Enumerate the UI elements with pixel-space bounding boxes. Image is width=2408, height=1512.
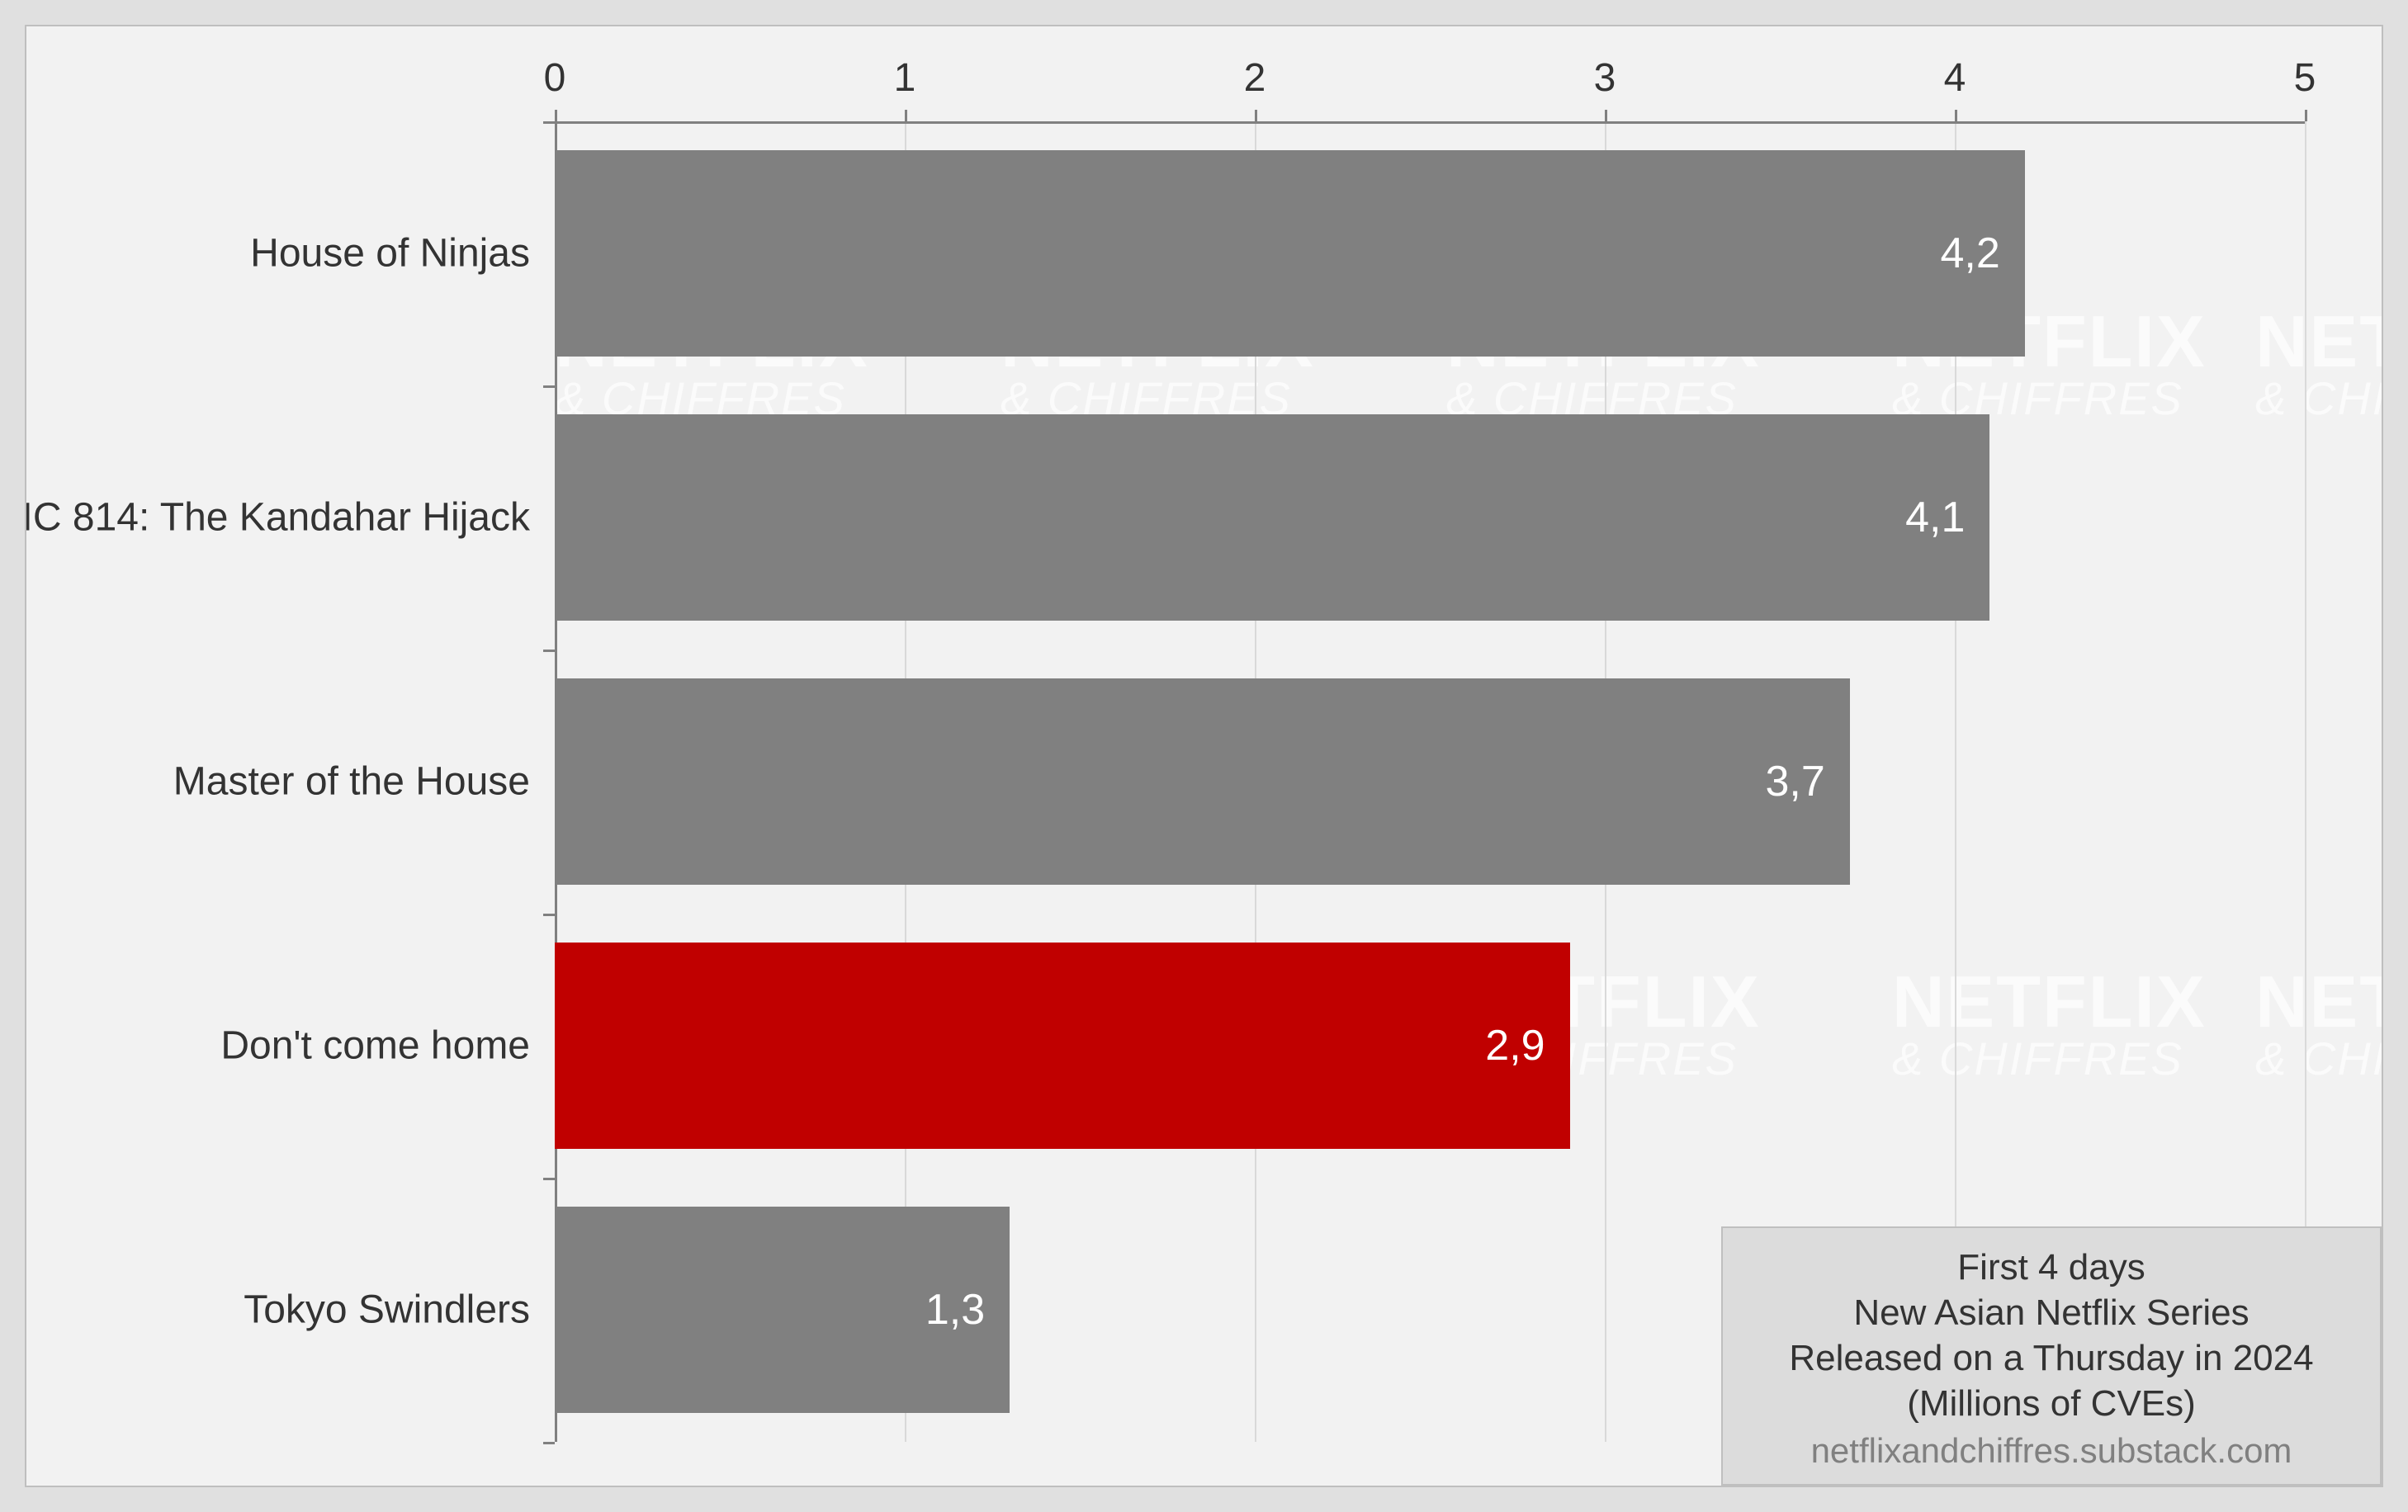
y-tick bbox=[543, 1442, 555, 1444]
chart-panel: NETFLIX & CHIFFRES NETFLIX & CHIFFRES NE… bbox=[25, 25, 2383, 1487]
category-label: Don't come home bbox=[220, 1023, 530, 1069]
x-tick bbox=[1255, 110, 1257, 121]
y-tick bbox=[543, 914, 555, 916]
bar-value: 2,9 bbox=[1485, 1021, 1545, 1070]
y-tick bbox=[543, 385, 555, 388]
bar-master-of-the-house: 3,7 bbox=[555, 678, 1850, 885]
x-tick bbox=[905, 110, 907, 121]
bar-house-of-ninjas: 4,2 bbox=[555, 150, 2025, 357]
caption-line: First 4 days bbox=[1756, 1245, 2347, 1290]
x-axis bbox=[555, 121, 2305, 124]
x-tick-label: 3 bbox=[1594, 55, 1616, 101]
x-tick bbox=[555, 110, 557, 121]
category-label: House of Ninjas bbox=[250, 231, 530, 276]
category-label: Master of the House bbox=[173, 759, 530, 805]
x-tick-label: 0 bbox=[544, 55, 566, 101]
x-tick bbox=[1605, 110, 1607, 121]
x-tick-label: 1 bbox=[894, 55, 916, 101]
bar-value: 1,3 bbox=[925, 1285, 985, 1335]
bar-value: 3,7 bbox=[1766, 757, 1825, 806]
bar-tokyo-swindlers: 1,3 bbox=[555, 1207, 1010, 1413]
category-label: IC 814: The Kandahar Hijack bbox=[25, 495, 530, 541]
y-tick bbox=[543, 121, 555, 124]
x-tick-label: 4 bbox=[1944, 55, 1966, 101]
x-tick bbox=[2305, 110, 2307, 121]
bar-ic-814: 4,1 bbox=[555, 414, 1989, 621]
bar-dont-come-home: 2,9 bbox=[555, 943, 1570, 1149]
caption-line: (Millions of CVEs) bbox=[1756, 1381, 2347, 1426]
y-tick bbox=[543, 650, 555, 652]
bar-value: 4,2 bbox=[1941, 229, 2000, 278]
caption-source: netflixandchiffres.substack.com bbox=[1756, 1431, 2347, 1471]
caption-line: New Asian Netflix Series bbox=[1756, 1290, 2347, 1335]
caption-line: Released on a Thursday in 2024 bbox=[1756, 1335, 2347, 1381]
x-tick-label: 2 bbox=[1244, 55, 1266, 101]
chart-caption: First 4 days New Asian Netflix Series Re… bbox=[1721, 1226, 2382, 1486]
x-tick bbox=[1955, 110, 1957, 121]
category-label: Tokyo Swindlers bbox=[244, 1288, 530, 1333]
y-tick bbox=[543, 1178, 555, 1180]
bar-value: 4,1 bbox=[1905, 493, 1965, 542]
x-tick-label: 5 bbox=[2294, 55, 2316, 101]
